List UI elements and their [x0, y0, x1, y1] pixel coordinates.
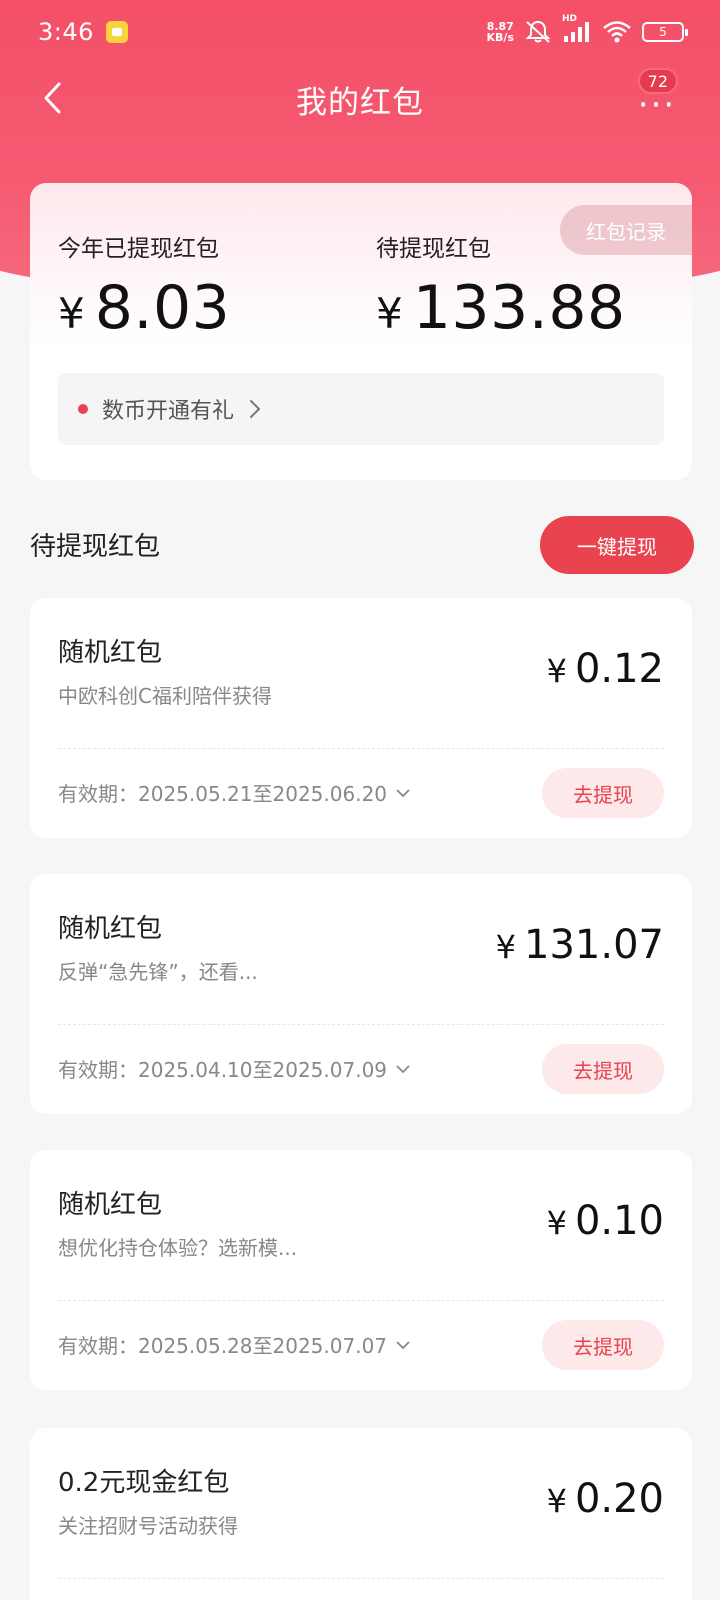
packet-amount-value: 0.12 [574, 646, 664, 692]
signal-icon: HD [562, 14, 592, 44]
validity-text: 有效期：2025.05.21至2025.06.20 [58, 782, 388, 806]
packet-amount: ¥ 131.07 [496, 922, 664, 968]
withdraw-button[interactable]: 去提现 [542, 1044, 664, 1094]
red-dot-icon [78, 404, 88, 414]
red-packet-card: 0.2元现金红包 关注招财号活动获得 ¥ 0.20 [30, 1428, 692, 1600]
packet-desc: 想优化持仓体验？选新模... [58, 1236, 298, 1260]
pending-amount-value: 133.88 [412, 273, 626, 343]
currency-symbol: ¥ [376, 289, 403, 338]
chevron-right-icon [250, 400, 261, 418]
currency-symbol: ¥ [495, 928, 517, 966]
chevron-down-icon [396, 788, 410, 797]
promo-text: 数币开通有礼 [102, 399, 235, 424]
mute-icon [524, 19, 552, 45]
app-notification-icon [105, 21, 128, 43]
chevron-left-icon [44, 82, 61, 114]
currency-symbol: ¥ [58, 289, 85, 338]
status-left: 3:46 [38, 18, 128, 46]
packet-name: 随机红包 [58, 914, 163, 944]
status-time: 3:46 [38, 18, 94, 46]
divider [58, 1024, 664, 1025]
withdraw-all-button[interactable]: 一键提现 [540, 516, 694, 574]
divider [58, 1578, 664, 1579]
status-right: 8.87 KB/s HD 5 [487, 14, 688, 45]
withdrawn-amount-value: 8.03 [94, 273, 231, 343]
withdrawn-label: 今年已提现红包 [58, 236, 219, 262]
packet-desc: 中欧科创C福利陪伴获得 [58, 684, 272, 708]
currency-symbol: ¥ [546, 1204, 567, 1242]
red-packet-card: 随机红包 中欧科创C福利陪伴获得 ¥ 0.12 有效期：2025.05.21至2… [30, 598, 692, 838]
currency-symbol: ¥ [546, 652, 567, 690]
validity-toggle[interactable]: 有效期：2025.05.28至2025.07.07 [58, 1330, 411, 1359]
currency-symbol: ¥ [546, 1482, 567, 1520]
battery-icon: 5 [642, 22, 688, 42]
status-bar: 3:46 8.87 KB/s HD 5 [0, 0, 720, 64]
page-title: 我的红包 [296, 84, 424, 121]
battery-level: 5 [659, 25, 667, 39]
pending-section-header: 待提现红包 一键提现 [30, 516, 694, 576]
packet-name: 0.2元现金红包 [58, 1468, 230, 1498]
pending-amount: ¥ 133.88 [376, 273, 626, 343]
validity-toggle[interactable]: 有效期：2025.05.21至2025.06.20 [58, 778, 411, 807]
pending-summary: 待提现红包 ¥ 133.88 [376, 229, 626, 343]
more-icon: ··· [637, 85, 677, 125]
chevron-down-icon [396, 1064, 410, 1073]
hd-label: HD [562, 14, 578, 24]
validity-text: 有效期：2025.05.28至2025.07.07 [58, 1334, 388, 1358]
validity-toggle[interactable]: 有效期：2025.04.10至2025.07.09 [58, 1054, 411, 1083]
divider [58, 748, 664, 749]
packet-amount: ¥ 0.10 [547, 1198, 664, 1244]
validity-text: 有效期：2025.04.10至2025.07.09 [58, 1058, 388, 1082]
net-speed: 8.87 KB/s [487, 21, 514, 43]
red-packet-card: 随机红包 反弹“急先锋”，还看... ¥ 131.07 有效期：2025.04.… [30, 874, 692, 1114]
divider [58, 1300, 664, 1301]
packet-name: 随机红包 [58, 1190, 163, 1220]
packet-amount-value: 131.07 [524, 922, 664, 968]
notification-badge: 72 [637, 68, 678, 94]
nav-bar: 我的红包 ··· 72 [0, 64, 720, 134]
red-packet-page: 3:46 8.87 KB/s HD 5 我的红包 ··· 72 红包记录 今年已… [0, 0, 720, 1600]
withdrawn-summary: 今年已提现红包 ¥ 8.03 [58, 229, 230, 343]
withdraw-button[interactable]: 去提现 [542, 1320, 664, 1370]
wifi-icon [602, 20, 632, 44]
packet-amount-value: 0.20 [574, 1476, 664, 1522]
packet-amount: ¥ 0.12 [547, 646, 664, 692]
packet-name: 随机红包 [58, 638, 163, 668]
withdraw-button[interactable]: 去提现 [542, 768, 664, 818]
packet-desc: 关注招财号活动获得 [58, 1514, 238, 1538]
net-speed-unit: KB/s [486, 31, 514, 44]
pending-label: 待提现红包 [376, 236, 491, 262]
summary-card: 红包记录 今年已提现红包 ¥ 8.03 待提现红包 ¥ 133.88 数币开通有… [30, 183, 692, 480]
chevron-down-icon [396, 1340, 410, 1349]
red-packet-card: 随机红包 想优化持仓体验？选新模... ¥ 0.10 有效期：2025.05.2… [30, 1150, 692, 1390]
withdrawn-amount: ¥ 8.03 [58, 273, 230, 343]
section-title: 待提现红包 [30, 532, 161, 562]
packet-amount: ¥ 0.20 [547, 1476, 664, 1522]
promo-banner[interactable]: 数币开通有礼 [58, 373, 664, 445]
back-button[interactable] [30, 76, 74, 120]
packet-desc: 反弹“急先锋”，还看... [58, 960, 258, 984]
packet-amount-value: 0.10 [574, 1198, 664, 1244]
